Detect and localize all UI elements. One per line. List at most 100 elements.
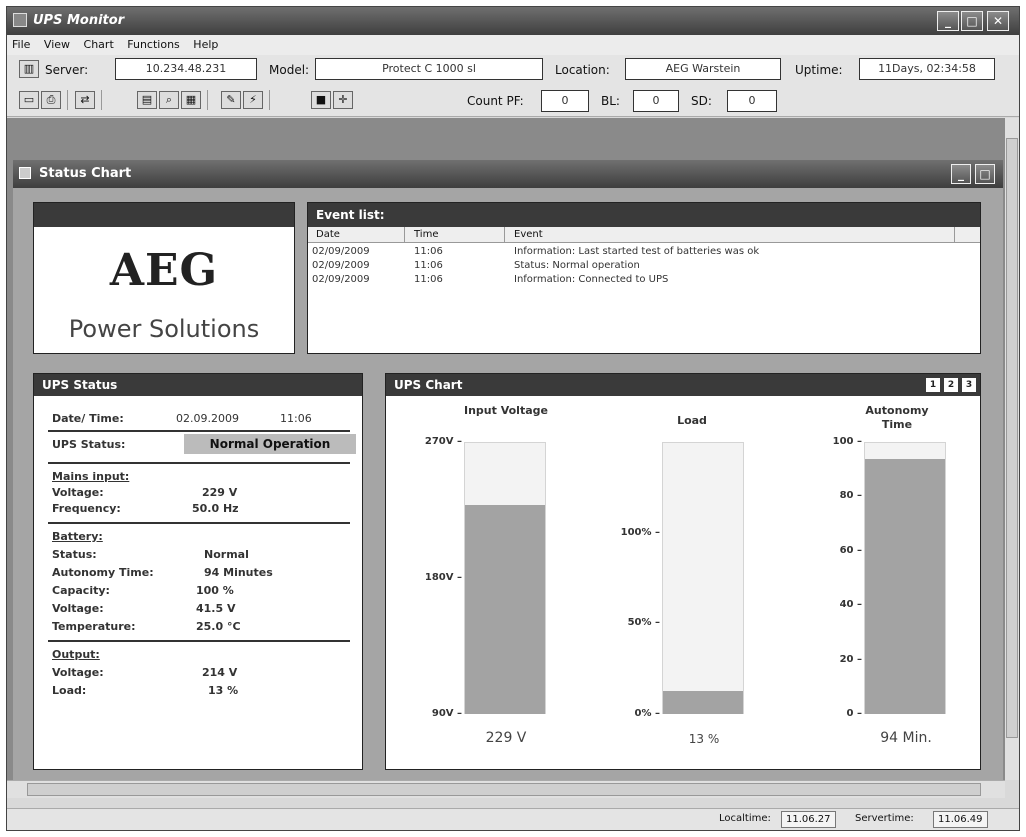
tick-label: 270V – (424, 436, 462, 447)
event-list-title: Event list: (308, 203, 980, 227)
event-row[interactable]: 02/09/2009 11:06 Information: Last start… (308, 246, 980, 260)
vertical-scroll-thumb[interactable] (1006, 138, 1018, 738)
capacity-label: Capacity: (52, 584, 110, 597)
location-field[interactable]: AEG Warstein (625, 58, 781, 80)
frequency-label: Frequency: (52, 502, 121, 515)
maximize-button[interactable]: □ (961, 11, 983, 31)
horizontal-scroll-thumb[interactable] (27, 783, 981, 796)
battery-voltage-label: Voltage: (52, 602, 104, 615)
ups-chart-title: UPS Chart (386, 374, 980, 396)
count-sd-label: SD: (691, 94, 712, 108)
menu-view[interactable]: View (39, 35, 75, 51)
app-window: UPS Monitor _ □ ✕ File View Chart Functi… (6, 6, 1020, 831)
menu-functions[interactable]: Functions (122, 35, 185, 51)
mdi-area: Status Chart _ □ AEG Power Solutions Eve… (7, 118, 1005, 780)
status-badge: Normal Operation (184, 434, 356, 454)
brand-logo: AEG (109, 245, 219, 296)
menu-help[interactable]: Help (188, 35, 223, 51)
chart-button-3[interactable]: 3 (962, 378, 976, 392)
logo-panel-header (34, 203, 294, 227)
output-load-value: 13 % (208, 684, 239, 697)
input-voltage-bar (465, 505, 545, 714)
event-row[interactable]: 02/09/2009 11:06 Status: Normal operatio… (308, 260, 980, 274)
child-minimize-button[interactable]: _ (951, 164, 971, 184)
model-field[interactable]: Protect C 1000 sl (315, 58, 543, 80)
toolbar-separator (269, 90, 270, 110)
battery-status-label: Status: (52, 548, 97, 561)
horizontal-scrollbar[interactable] (7, 780, 1005, 798)
status-time: 11:06 (280, 412, 312, 425)
load-track (662, 442, 744, 714)
tick-label: 100 – (832, 436, 862, 447)
load-value: 13 % (688, 732, 720, 746)
event-date: 02/09/2009 (312, 246, 370, 257)
autonomy-label: Autonomy Time: (52, 566, 154, 579)
event-list-panel: Event list: Date Time Event 02/09/2009 1… (307, 202, 981, 354)
divider (48, 522, 350, 524)
zoom-icon[interactable]: ⌕ (159, 91, 179, 109)
output-voltage-value: 214 V (202, 666, 238, 679)
status-chart-window: AEG Power Solutions Event list: Date Tim… (13, 188, 1003, 780)
battery-test-icon[interactable]: ⚡ (243, 91, 263, 109)
chart-icon[interactable]: ▥ (19, 60, 39, 78)
column-date[interactable]: Date (316, 229, 340, 240)
divider (48, 640, 350, 642)
toolbar-separator (67, 90, 68, 110)
tick-label: 180V – (424, 572, 462, 583)
output-load-label: Load: (52, 684, 87, 697)
input-voltage-value: 229 V (485, 730, 527, 746)
input-voltage-title: Input Voltage (464, 404, 548, 417)
tick-label: 20 – (839, 653, 862, 665)
status-chart-titlebar[interactable]: Status Chart _ □ (13, 160, 1003, 188)
power-icon[interactable]: ✛ (333, 91, 353, 109)
mains-voltage-value: 229 V (202, 486, 238, 499)
menu-chart[interactable]: Chart (79, 35, 119, 51)
localtime-value: 11.06.27 (781, 811, 836, 828)
tick-label: 40 – (839, 599, 862, 611)
autonomy-value: 94 Minutes (204, 566, 273, 579)
server-field[interactable]: 10.234.48.231 (115, 58, 257, 80)
column-time[interactable]: Time (414, 229, 438, 240)
uptime-label: Uptime: (795, 63, 843, 77)
vertical-scrollbar[interactable] (1005, 118, 1019, 780)
status-bar: Localtime: 11.06.27 Servertime: 11.06.49 (7, 808, 1019, 830)
event-text: Information: Last started test of batter… (514, 246, 760, 257)
calendar-icon[interactable]: ▦ (181, 91, 201, 109)
shutdown-icon[interactable]: ■ (311, 91, 331, 109)
autonomy-value-label: 94 Min. (880, 730, 932, 746)
battery-status-value: Normal (204, 548, 249, 561)
count-bl-label: BL: (601, 94, 620, 108)
frequency-value: 50.0 Hz (192, 502, 239, 515)
toolbar-separator (101, 90, 102, 110)
title-bar[interactable]: UPS Monitor _ □ ✕ (7, 7, 1019, 35)
menu-file[interactable]: File (7, 35, 35, 51)
model-label: Model: (269, 63, 310, 77)
load-bar (663, 691, 743, 714)
temperature-label: Temperature: (52, 620, 136, 633)
load-title: Load (677, 414, 707, 427)
minimize-button[interactable]: _ (937, 11, 959, 31)
capacity-value: 100 % (196, 584, 234, 597)
event-date: 02/09/2009 (312, 260, 370, 271)
column-event[interactable]: Event (514, 229, 543, 240)
output-heading: Output: (52, 648, 100, 661)
connect-icon[interactable]: ⇄ (75, 91, 95, 109)
event-row[interactable]: 02/09/2009 11:06 Information: Connected … (308, 274, 980, 288)
server-label: Server: (45, 63, 89, 77)
tick-label: 90V – (431, 708, 462, 719)
close-button[interactable]: ✕ (987, 11, 1009, 31)
ups-status-panel: UPS Status Date/ Time: 02.09.2009 11:06 … (33, 373, 363, 770)
event-date: 02/09/2009 (312, 274, 370, 285)
toolbar: ▭ ⎙ ⇄ ▤ ⌕ ▦ ✎ ⚡ ■ ✛ Count PF: 0 BL: 0 SD… (7, 85, 1019, 117)
event-time: 11:06 (414, 274, 443, 285)
printer-icon[interactable]: ⎙ (41, 91, 61, 109)
chart-button-1[interactable]: 1 (926, 378, 940, 392)
child-maximize-button[interactable]: □ (975, 164, 995, 184)
uptime-field[interactable]: 11Days, 02:34:58 (859, 58, 995, 80)
test-icon[interactable]: ✎ (221, 91, 241, 109)
event-time: 11:06 (414, 246, 443, 257)
open-folder-icon[interactable]: ▭ (19, 91, 39, 109)
chart-button-2[interactable]: 2 (944, 378, 958, 392)
servertime-label: Servertime: (855, 813, 914, 824)
chart-view-icon[interactable]: ▤ (137, 91, 157, 109)
